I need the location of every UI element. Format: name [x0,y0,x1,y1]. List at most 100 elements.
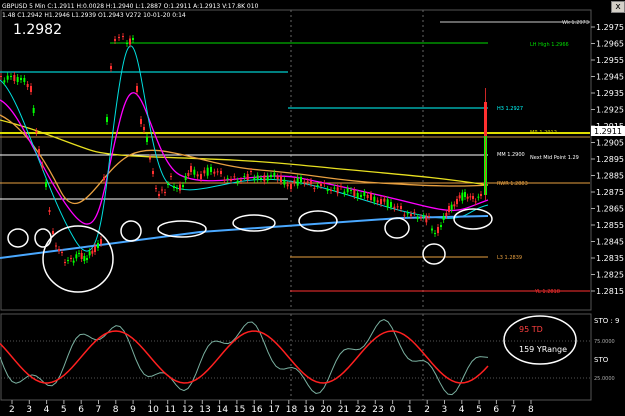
candle-body [313,188,316,189]
time-tick-label: 17 [269,405,280,415]
current-price-label: 1.2911 [594,127,622,136]
candle-body [290,184,292,189]
candle-body [442,216,445,220]
price-chart[interactable]: GBPUSD 5 Min C:1.2911 H:0.0028 H:1.2940 … [0,0,625,416]
time-tick-label: 3 [442,405,448,415]
candle-body [220,171,222,174]
candle-body [270,175,272,177]
sto-top-label: STO : 9 [594,317,620,325]
candle-body [61,252,63,253]
time-tick-label: 5 [61,405,67,415]
candle-body [206,167,209,176]
time-tick-label: 6 [493,405,499,415]
candle-body [190,166,192,172]
candle-body [223,179,226,181]
candle-body [296,177,299,186]
candle-body [376,200,379,203]
price-tick-label: 1.2945 [596,73,624,82]
candle-body [23,78,26,82]
time-tick-label: 6 [78,405,84,415]
time-tick-label: 15 [234,405,245,415]
candle-body [253,177,256,180]
candle-body [403,214,406,216]
candle-body [434,233,436,234]
time-tick-label: 7 [96,405,102,415]
candle-body [196,174,199,177]
time-tick-label: 10 [147,405,159,415]
candle-body [350,190,352,191]
candle-body [86,258,88,260]
candle-body [143,127,145,130]
candle-body [72,260,75,263]
candle-body [283,179,286,185]
candle-body [167,184,169,185]
candle-body [293,180,296,184]
candle-body [45,182,47,187]
time-tick-label: 9 [130,405,136,415]
candle-body [110,66,112,69]
level-label: Wk 1.2973 [562,20,589,26]
candle-body [336,187,339,194]
time-tick-label: 4 [44,405,50,415]
candle-body [303,181,306,184]
candle-body [94,246,96,252]
sto-bottom-label: STO [594,356,609,364]
candle-body [64,262,66,263]
time-tick-label: 13 [199,405,210,415]
candle-body [41,164,44,168]
candle-body [330,190,332,191]
candle-body [273,172,276,177]
time-tick-label: 8 [113,405,119,415]
time-tick-label: 21 [338,405,349,415]
candle-body [346,188,349,193]
level-label: Next Mid Point 1.29 [530,155,579,161]
candle-body [10,76,12,77]
candle-body [383,198,386,202]
candle-body [155,188,157,189]
candle-body [52,231,54,234]
candle-body [456,199,458,204]
candle-body [146,137,148,142]
candle-body [233,176,236,178]
price-tick-label: 1.2955 [596,56,624,65]
symbol-line: GBPUSD 5 Min C:1.2911 H:0.0028 H:1.2940 … [2,3,259,10]
candle-body [203,170,206,174]
candle-body [179,184,181,191]
level-label: LH High 1.2966 [530,42,569,48]
candle-body [16,77,19,82]
candle-body [88,251,91,256]
close-button[interactable]: x [611,1,625,13]
candle-body [26,84,29,87]
candle-body [70,258,72,259]
time-tick-label: 22 [355,405,366,415]
price-tick-label: 1.2845 [596,238,624,247]
candle-body [230,179,232,181]
candle-body [437,227,439,233]
candle-body [3,80,6,83]
candle-body [428,216,430,217]
candle-body [286,184,289,187]
time-tick-label: 2 [9,405,15,415]
candle-body [373,196,376,202]
candle-body [80,253,83,259]
candle-body [266,175,269,181]
candle-body [158,194,160,196]
candle-body [431,228,433,231]
candle-body [396,206,399,208]
candle-body [410,214,412,216]
price-tick-label: 1.2895 [596,155,624,164]
candle-body [67,260,69,261]
candle-body [326,189,329,191]
candle-body [422,215,425,217]
candle-body [200,174,202,179]
candle-body [260,178,262,179]
time-tick-label: 19 [303,405,315,415]
candle-body [114,39,116,41]
candle-body [78,253,80,254]
candle-body [453,204,456,207]
candle-body [240,180,242,181]
price-tick-label: 1.2865 [596,205,624,214]
candle-body [122,36,124,37]
candle-body [420,217,422,218]
candle-body [164,192,166,193]
